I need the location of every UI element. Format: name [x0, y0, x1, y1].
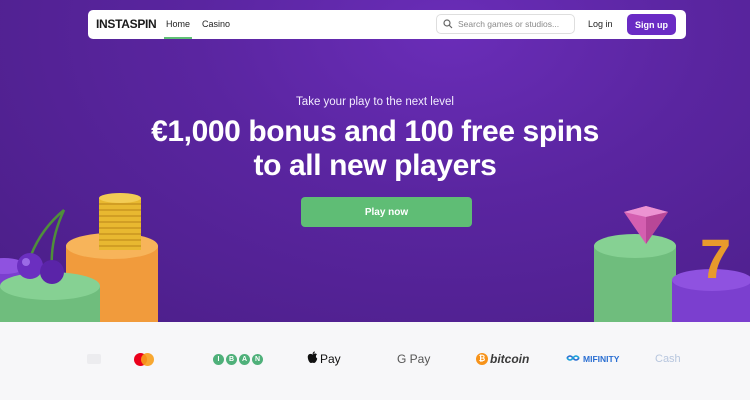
top-navbar: INSTASPIN Home Casino Log in Sign up [88, 10, 686, 39]
iban-logo: I B A N [213, 350, 263, 368]
play-now-button[interactable]: Play now [301, 197, 472, 227]
iban-letter: N [252, 353, 263, 365]
iban-letter: A [239, 353, 250, 365]
mifinity-icon [566, 354, 580, 364]
bitcoin-logo: ₿ bitcoin [476, 350, 529, 368]
hero-banner: 7 INSTASPIN Home Casino Log in Sign up T… [0, 0, 750, 322]
signup-button[interactable]: Sign up [627, 14, 676, 35]
search-input[interactable] [458, 19, 573, 29]
diamond-seven-decoration: 7 [594, 206, 750, 322]
google-pay-logo: G Pay [397, 352, 431, 366]
iban-letter: B [226, 353, 237, 365]
hero-headline: €1,000 bonus and 100 free spins to all n… [151, 115, 599, 182]
mastercard-logo [134, 350, 154, 368]
apple-icon [307, 351, 318, 367]
iban-letter: I [213, 353, 224, 365]
apple-pay-logo: Pay [307, 350, 341, 368]
search-icon [443, 19, 453, 29]
bitcoin-label: bitcoin [490, 352, 530, 366]
login-link[interactable]: Log in [588, 10, 613, 39]
payment-methods-strip: I B A N Pay G Pay ₿ bitcoin MIFINITY Cas… [0, 322, 750, 400]
search-box[interactable] [436, 14, 575, 34]
cash-payment-logo: Cash [655, 353, 681, 365]
faded-payment-logo [87, 350, 101, 368]
nav-home-link[interactable]: Home [163, 10, 193, 39]
logo[interactable]: INSTASPIN [96, 17, 157, 31]
bitcoin-icon: ₿ [476, 353, 488, 365]
apple-pay-label: Pay [320, 352, 341, 366]
mifinity-logo: MIFINITY [566, 350, 619, 368]
cherry-cylinder-decoration [0, 193, 158, 322]
nav-casino-link[interactable]: Casino [202, 10, 230, 39]
mifinity-label: MIFINITY [583, 354, 620, 364]
svg-text:7: 7 [700, 227, 731, 290]
hero-tagline: Take your play to the next level [296, 96, 454, 108]
